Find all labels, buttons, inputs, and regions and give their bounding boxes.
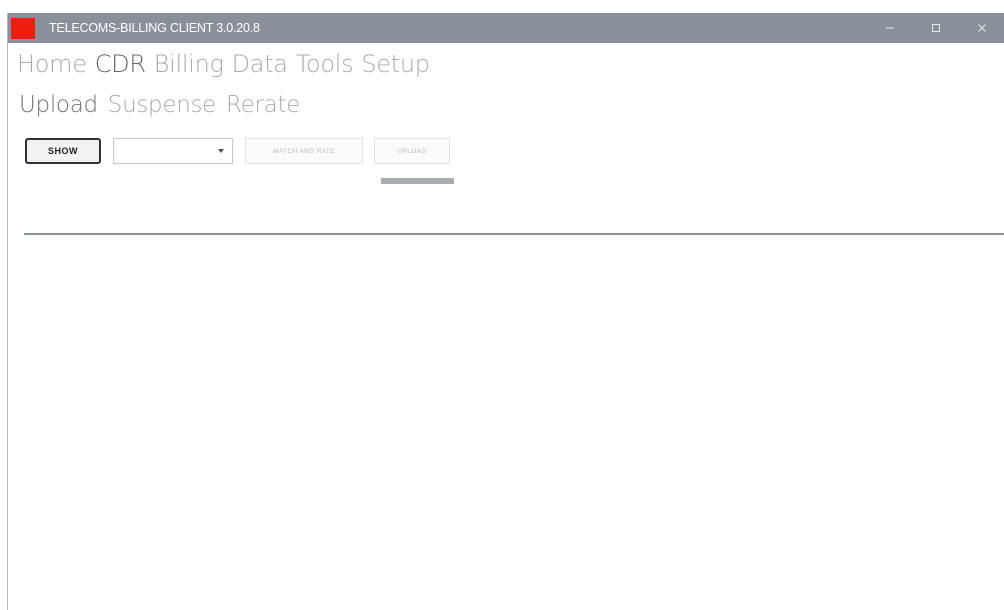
menu-item-billing[interactable]: Billing <box>154 50 224 78</box>
tab-upload[interactable]: Upload <box>19 92 98 118</box>
tab-rerate[interactable]: Rerate <box>226 92 300 118</box>
title-bar[interactable]: TELECOMS-BILLING CLIENT 3.0.20.8 <box>8 13 1004 43</box>
menu-item-setup[interactable]: Setup <box>361 50 430 78</box>
file-dropdown[interactable] <box>113 138 233 164</box>
menu-item-cdr[interactable]: CDR <box>95 50 146 78</box>
tab-suspense[interactable]: Suspense <box>108 92 217 118</box>
data-grid-header <box>24 202 1004 235</box>
upload-progress-bar <box>381 178 454 184</box>
minimize-icon <box>885 23 895 33</box>
progress-fill <box>381 178 454 184</box>
menu-item-tools[interactable]: Tools <box>296 50 354 78</box>
minimize-button[interactable] <box>867 13 913 43</box>
close-icon <box>977 23 987 33</box>
app-icon <box>11 17 35 39</box>
window-title: TELECOMS-BILLING CLIENT 3.0.20.8 <box>49 21 260 35</box>
data-grid-body[interactable] <box>24 235 1004 610</box>
sub-menu: Upload Suspense Rerate <box>19 92 300 118</box>
show-button[interactable]: SHOW <box>25 138 101 164</box>
close-button[interactable] <box>959 13 1004 43</box>
match-and-rate-button[interactable]: MATCH AND RATE <box>245 138 363 164</box>
maximize-button[interactable] <box>913 13 959 43</box>
app-window: TELECOMS-BILLING CLIENT 3.0.20.8 Home CD… <box>7 13 1004 610</box>
window-controls <box>867 13 1004 43</box>
maximize-icon <box>931 23 941 33</box>
upload-button[interactable]: UPLOAD <box>374 138 450 164</box>
main-menu: Home CDR Billing Data Tools Setup <box>17 50 430 78</box>
menu-item-home[interactable]: Home <box>17 50 87 78</box>
chevron-down-icon <box>218 149 224 153</box>
menu-item-data[interactable]: Data <box>232 50 288 78</box>
